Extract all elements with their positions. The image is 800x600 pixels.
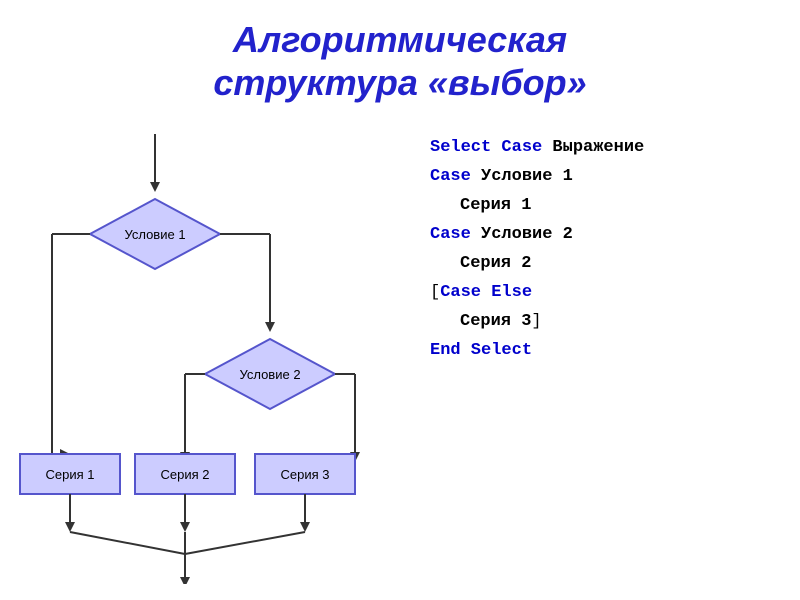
code-line-6: [Case Else (430, 279, 644, 308)
diamond2-label: Условие 2 (239, 367, 300, 382)
diamond1-label: Условие 1 (124, 227, 185, 242)
page-title: Алгоритмическая структура «выбор» (0, 0, 800, 104)
box1-label: Серия 1 (46, 467, 95, 482)
code-line-1: Select Case Выражение (430, 134, 644, 163)
code-line-8: End Select (430, 337, 644, 366)
code-line-7: Серия 3] (430, 308, 644, 337)
keyword-end-select: End Select (430, 341, 532, 360)
code-line-5: Серия 2 (430, 250, 644, 279)
keyword-case-else: Case Else (440, 283, 532, 302)
box3-label: Серия 3 (281, 467, 330, 482)
flowchart-svg: Условие 1 Условие 2 (0, 124, 420, 584)
code-line-2: Case Условие 1 (430, 163, 644, 192)
flowchart-diagram: Условие 1 Условие 2 (0, 124, 420, 584)
box2-label: Серия 2 (161, 467, 210, 482)
code-line-4: Case Условие 2 (430, 221, 644, 250)
code-block: Select Case Выражение Case Условие 1 Сер… (420, 124, 644, 584)
code-line-3: Серия 1 (430, 192, 644, 221)
keyword-case-2: Case (430, 225, 471, 244)
keyword-select-case: Select Case (430, 138, 542, 157)
keyword-case-1: Case (430, 167, 471, 186)
